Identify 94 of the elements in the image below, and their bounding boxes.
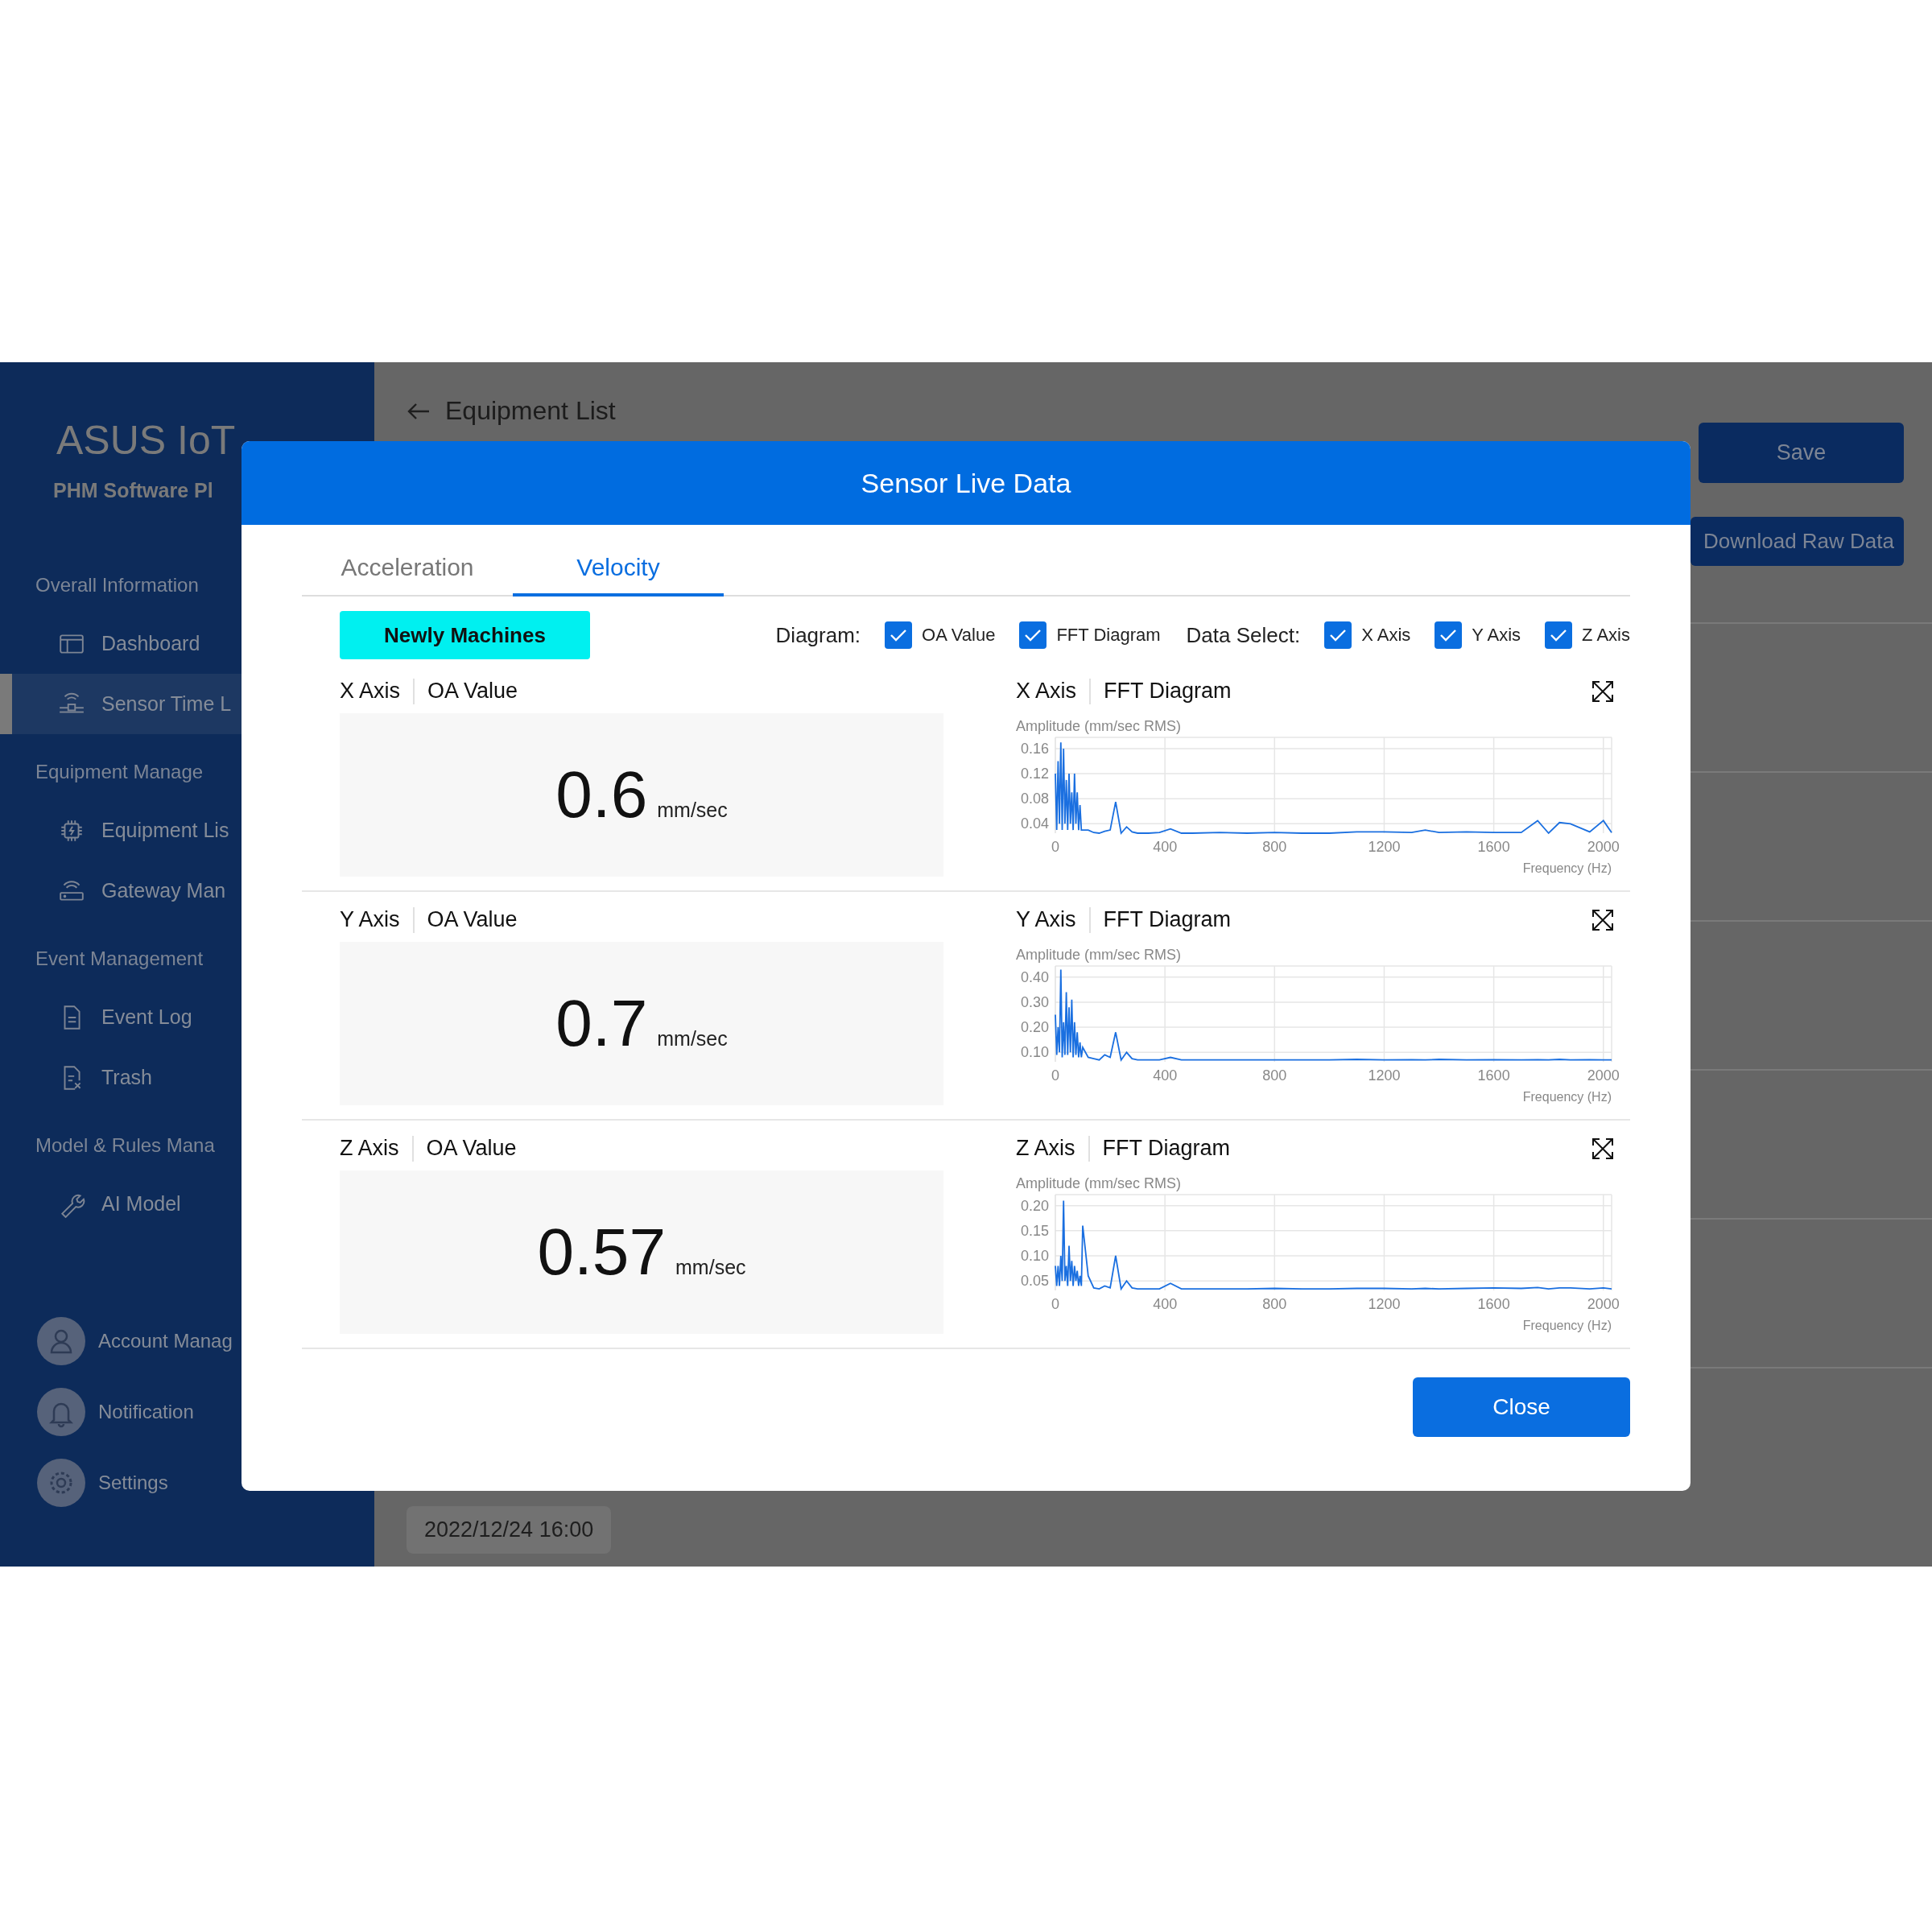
y-tick-label: 0.30 [1020,993,1049,1010]
avatar-icon [37,1317,85,1365]
y-tick-label: 0.20 [1020,1197,1049,1214]
axis-label: Y Axis [1016,907,1076,932]
nav-item[interactable]: Notification [0,1377,238,1447]
oa-value: 0.7 [555,990,648,1056]
y-tick-label: 0.12 [1020,766,1049,782]
close-button[interactable]: Close [1413,1377,1630,1437]
unit-label: mm/sec [657,1027,728,1051]
nav-item[interactable]: Equipment Lis [0,800,374,861]
filter-button[interactable]: Newly Machines [340,611,590,659]
nav-section-title: Overall Information [35,573,199,597]
unit-label: mm/sec [657,799,728,822]
axis-title: Frequency (Hz) [1522,1090,1612,1104]
axis-title: Amplitude (mm/sec RMS) [1016,947,1182,963]
x-tick-label: 2000 [1587,1296,1620,1312]
axis-title: Frequency (Hz) [1522,1319,1612,1332]
option-group-label: Data Select: [1186,622,1301,648]
app-subtitle: PHM Software Pl [53,478,213,503]
back-link[interactable]: Equipment List [407,396,616,426]
oa-value: 0.57 [537,1219,667,1285]
checkbox[interactable] [1545,621,1573,649]
checkbox[interactable] [1019,621,1047,649]
y-tick-label: 0.05 [1020,1273,1049,1290]
option-group-label: Diagram: [775,622,861,648]
axis-title: Amplitude (mm/sec RMS) [1016,1175,1182,1191]
nav-item[interactable]: Account Manag [0,1306,238,1377]
axis-label: Z Axis [340,1136,399,1161]
modal-title: Sensor Live Data [861,467,1071,499]
checkbox-label: X Axis [1361,625,1411,646]
x-tick-label: 0 [1051,839,1059,855]
y-tick-label: 0.10 [1020,1044,1049,1061]
nav-section-title: Model & Rules Mana [35,1133,215,1158]
checkbox-label: Z Axis [1582,625,1630,646]
axis-title: Frequency (Hz) [1522,861,1612,875]
x-tick-label: 0 [1051,1067,1059,1084]
x-tick-label: 0 [1051,1296,1059,1312]
y-tick-label: 0.16 [1020,741,1049,757]
y-tick-label: 0.15 [1020,1222,1049,1239]
x-tick-label: 800 [1262,839,1287,855]
panel-title: OA Value [426,1136,517,1161]
x-tick-label: 1200 [1368,1067,1401,1084]
x-tick-label: 400 [1153,839,1178,855]
axis-label: Y Axis [340,907,400,932]
unit-label: mm/sec [675,1256,746,1279]
download-button[interactable]: Download Raw Data [1690,517,1904,566]
tab[interactable]: Acceleration [302,541,513,597]
timestamp-chip: 2022/12/24 16:00 [407,1506,612,1554]
checkbox-label: FFT Diagram [1056,625,1161,646]
nav-item[interactable]: AI Model [0,1174,374,1234]
tab[interactable]: Velocity [513,541,724,597]
gear-icon [37,1459,85,1507]
panel-title: FFT Diagram [1102,1136,1231,1161]
save-button[interactable]: Save [1699,423,1904,483]
expand-icon[interactable] [1591,1136,1615,1161]
y-tick-label: 0.10 [1020,1248,1049,1264]
nav-section-title: Event Management [35,947,204,971]
x-tick-label: 800 [1262,1067,1287,1084]
x-tick-label: 1600 [1477,1067,1510,1084]
axis-title: Amplitude (mm/sec RMS) [1016,718,1182,734]
y-tick-label: 0.04 [1020,815,1049,832]
nav-item[interactable]: Settings [0,1447,238,1518]
panel-title: OA Value [427,907,518,932]
nav-section-title: Equipment Manage [35,760,204,784]
expand-icon[interactable] [1591,907,1615,932]
logo-text: ASUS IoT [56,417,236,464]
axis-label: Z Axis [1016,1136,1075,1161]
x-tick-label: 1200 [1368,1296,1401,1312]
bell-icon [37,1388,85,1436]
checkbox[interactable] [885,621,913,649]
checkbox[interactable] [1324,621,1352,649]
x-tick-label: 400 [1153,1067,1178,1084]
y-tick-label: 0.40 [1020,968,1049,985]
oa-value: 0.6 [555,762,648,828]
checkbox[interactable] [1435,621,1463,649]
checkbox-label: OA Value [922,625,996,646]
y-tick-label: 0.20 [1020,1019,1049,1036]
nav-item[interactable]: Trash [0,1047,374,1108]
checkbox-label: Y Axis [1472,625,1521,646]
x-tick-label: 1200 [1368,839,1401,855]
x-tick-label: 2000 [1587,839,1620,855]
expand-icon[interactable] [1591,679,1615,704]
y-tick-label: 0.08 [1020,791,1049,807]
axis-label: X Axis [1016,679,1077,704]
x-tick-label: 2000 [1587,1067,1620,1084]
back-arrow-icon [407,401,431,421]
x-tick-label: 1600 [1477,839,1510,855]
nav-item[interactable]: Event Log [0,987,374,1047]
panel-title: FFT Diagram [1103,907,1232,932]
x-tick-label: 800 [1262,1296,1287,1312]
x-tick-label: 400 [1153,1296,1178,1312]
panel-title: FFT Diagram [1104,679,1232,704]
x-tick-label: 1600 [1477,1296,1510,1312]
panel-title: OA Value [427,679,518,704]
